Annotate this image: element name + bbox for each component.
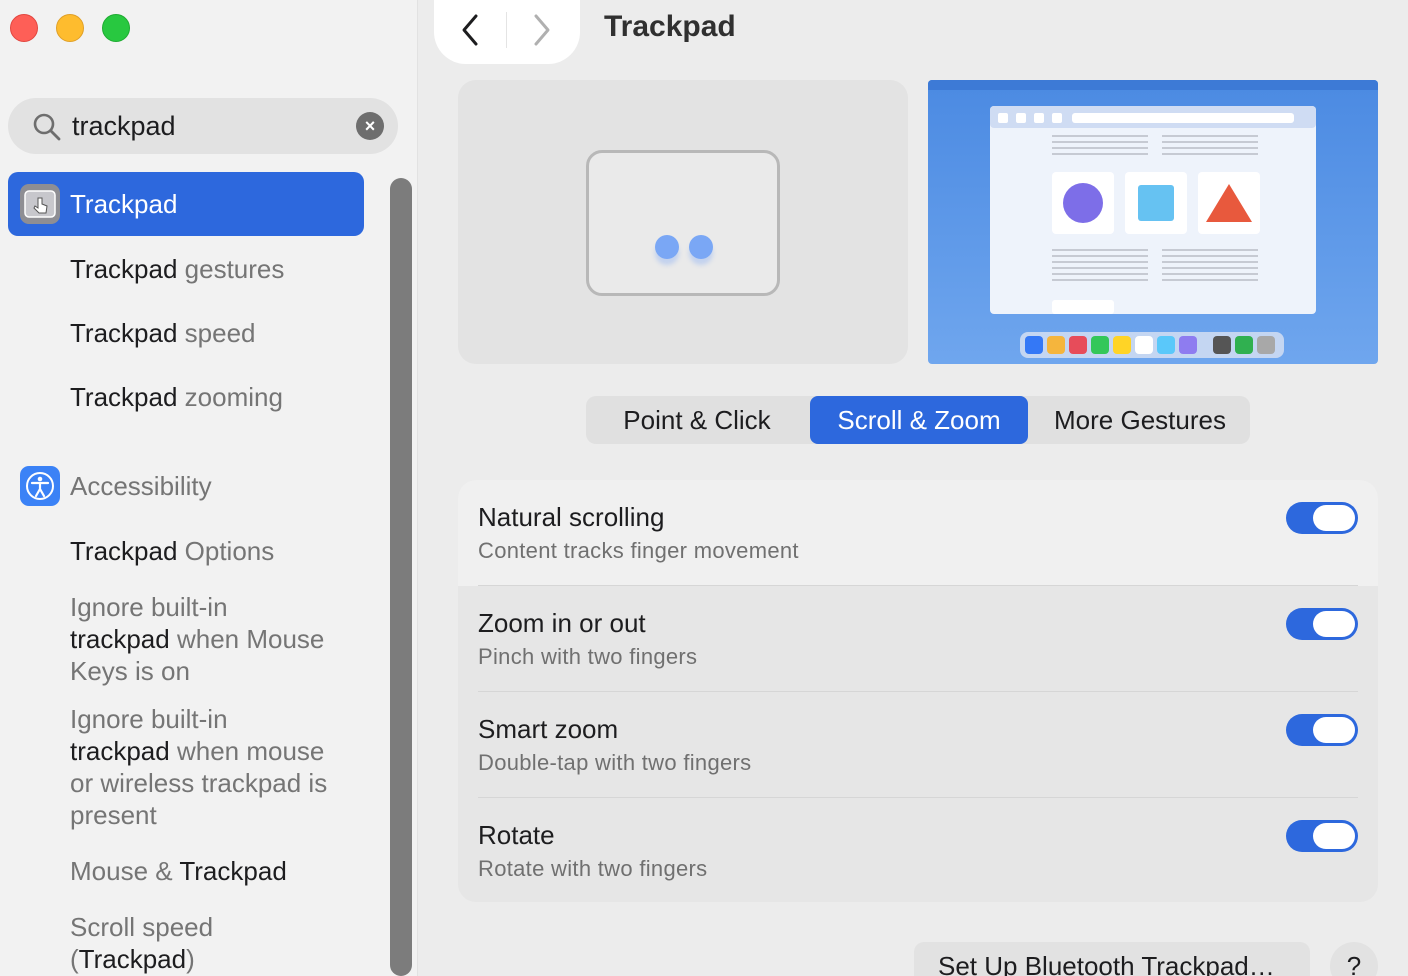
match-text: trackpad: [70, 624, 170, 654]
help-button[interactable]: ?: [1330, 942, 1378, 976]
result-trackpad-options[interactable]: Trackpad Options: [70, 535, 274, 567]
zoom-toggle[interactable]: [1286, 608, 1358, 640]
result-trackpad-zooming[interactable]: Trackpad zooming: [70, 381, 283, 413]
natural-scrolling-toggle[interactable]: [1286, 502, 1358, 534]
tab-point-click[interactable]: Point & Click: [586, 396, 808, 444]
paren-text: (: [70, 944, 79, 974]
toggle-knob: [1313, 823, 1355, 849]
accessibility-icon: [20, 466, 60, 506]
search-input[interactable]: [72, 108, 352, 144]
setting-row-zoom: Zoom in or out Pinch with two fingers: [458, 586, 1378, 692]
nav-divider: [506, 12, 507, 48]
settings-group: Natural scrolling Content tracks finger …: [458, 480, 1378, 902]
toggle-knob: [1313, 611, 1355, 637]
rest-text: speed: [177, 318, 256, 348]
desktop-preview: [928, 80, 1378, 364]
setting-subtitle: Pinch with two fingers: [478, 644, 698, 669]
setup-bluetooth-trackpad-button[interactable]: Set Up Bluetooth Trackpad…: [914, 942, 1310, 976]
match-text: Trackpad: [70, 318, 178, 348]
result-trackpad-gestures[interactable]: Trackpad gestures: [70, 253, 284, 285]
rest-text: or wireless trackpad is: [70, 768, 328, 798]
trackpad-illustration: [586, 150, 780, 296]
match-text: Trackpad: [78, 944, 187, 974]
match-text: Trackpad: [179, 856, 287, 886]
setting-row-natural-scrolling: Natural scrolling Content tracks finger …: [458, 480, 1378, 586]
finger-dot-icon: [655, 235, 679, 259]
desktop-illustration: [928, 80, 1378, 358]
zoom-window-button[interactable]: [102, 14, 130, 42]
toggle-knob: [1313, 505, 1355, 531]
tab-bar: Point & Click Scroll & Zoom More Gesture…: [586, 396, 1250, 444]
match-text: Trackpad: [70, 382, 178, 412]
match-text: Trackpad: [70, 536, 178, 566]
setting-subtitle: Rotate with two fingers: [478, 856, 708, 881]
clear-search-icon[interactable]: ×: [356, 112, 384, 140]
sidebar-item-label: Accessibility: [70, 471, 212, 501]
close-window-button[interactable]: [10, 14, 38, 42]
setting-row-smart-zoom: Smart zoom Double-tap with two fingers: [458, 692, 1378, 798]
navigation-buttons: [434, 0, 580, 64]
trackpad-icon: [20, 184, 60, 224]
rest-text: when Mouse: [169, 624, 325, 654]
rotate-toggle[interactable]: [1286, 820, 1358, 852]
setting-title: Natural scrolling: [478, 502, 665, 532]
gesture-preview: [458, 80, 908, 364]
setting-subtitle: Content tracks finger movement: [478, 538, 799, 563]
minimize-window-button[interactable]: [56, 14, 84, 42]
sidebar-item-label: Trackpad: [70, 189, 178, 219]
pre-text: Ignore built-in: [70, 704, 228, 734]
tab-more-gestures[interactable]: More Gestures: [1030, 396, 1250, 444]
setting-title: Rotate: [478, 820, 555, 850]
setting-title: Zoom in or out: [478, 608, 646, 638]
paren-text: ): [186, 944, 195, 974]
rest-text: gestures: [177, 254, 285, 284]
result-mouse-trackpad[interactable]: Mouse & Trackpad: [70, 855, 287, 887]
rest-text: Keys is on: [70, 656, 190, 686]
match-text: Trackpad: [70, 254, 178, 284]
toggle-knob: [1313, 717, 1355, 743]
sidebar: × Trackpad Trackpad gestures Trackpad sp…: [0, 0, 418, 976]
rest-text: when mouse: [169, 736, 325, 766]
result-trackpad-speed[interactable]: Trackpad speed: [70, 317, 256, 349]
result-scroll-speed[interactable]: Scroll speed (Trackpad): [70, 911, 213, 975]
finger-dot-icon: [689, 235, 713, 259]
forward-chevron-icon[interactable]: [530, 10, 554, 59]
sidebar-item-trackpad[interactable]: Trackpad: [8, 172, 364, 236]
result-ignore-mouse-keys[interactable]: Ignore built-in trackpad when Mouse Keys…: [70, 591, 324, 687]
smart-zoom-toggle[interactable]: [1286, 714, 1358, 746]
row-divider: [478, 585, 1358, 586]
sidebar-scrollbar[interactable]: [390, 178, 412, 976]
setting-row-rotate: Rotate Rotate with two fingers: [458, 798, 1378, 902]
pre-text: Ignore built-in: [70, 592, 228, 622]
sidebar-item-accessibility[interactable]: Accessibility: [8, 454, 364, 518]
setting-subtitle: Double-tap with two fingers: [478, 750, 752, 775]
setting-title: Smart zoom: [478, 714, 619, 744]
result-ignore-wireless[interactable]: Ignore built-in trackpad when mouse or w…: [70, 703, 327, 831]
search-field[interactable]: ×: [8, 98, 398, 154]
pre-text: Scroll speed: [70, 912, 214, 942]
rest-text: present: [70, 800, 157, 830]
pre-text: Mouse &: [70, 856, 180, 886]
rest-text: zooming: [177, 382, 283, 412]
back-chevron-icon[interactable]: [458, 10, 482, 59]
rest-text: Options: [177, 536, 275, 566]
tab-scroll-zoom[interactable]: Scroll & Zoom: [810, 396, 1028, 444]
search-icon: [33, 113, 61, 141]
page-title: Trackpad: [604, 10, 736, 43]
match-text: trackpad: [70, 736, 170, 766]
